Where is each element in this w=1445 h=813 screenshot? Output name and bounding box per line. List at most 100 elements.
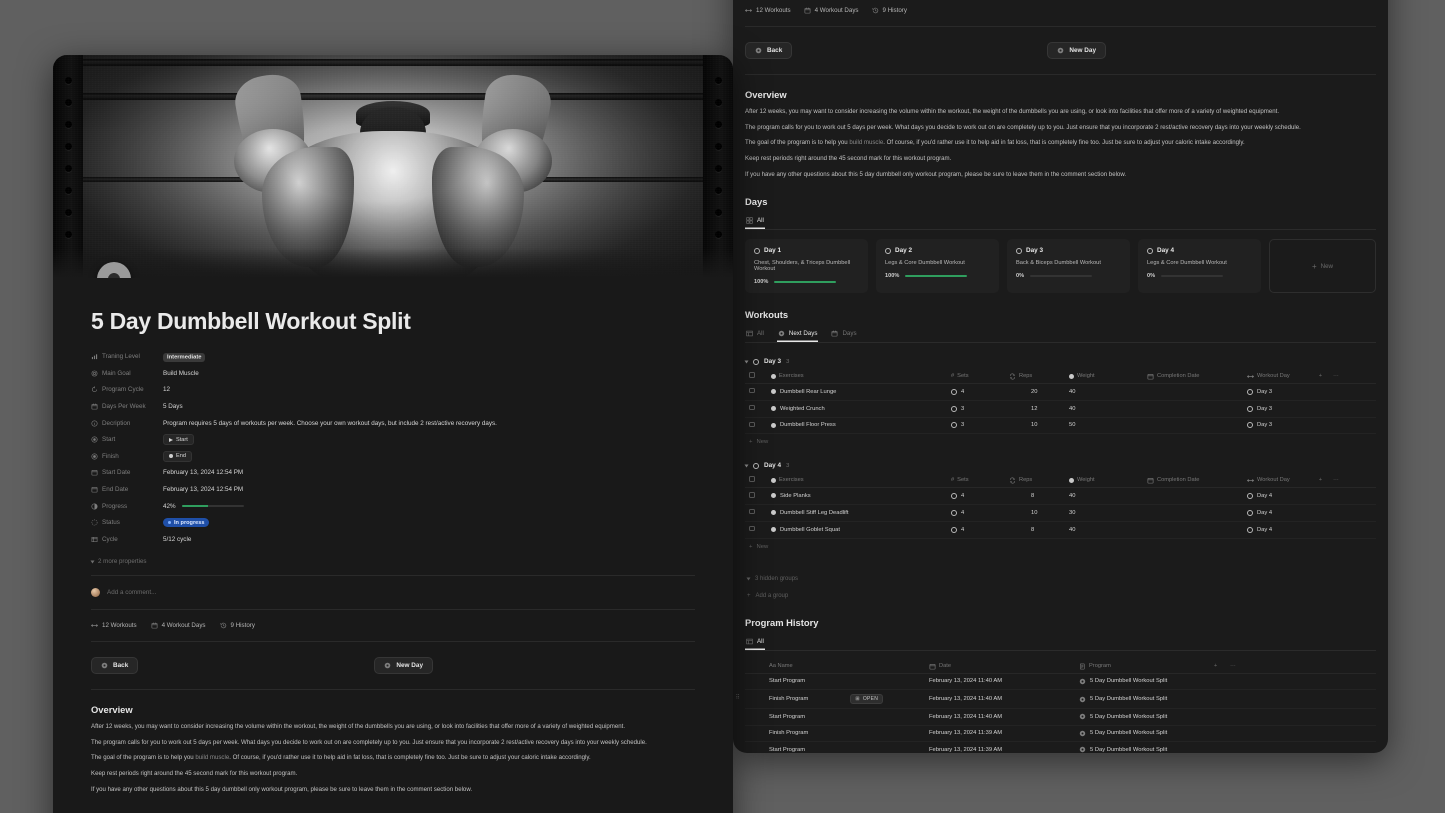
day-card[interactable]: Day 2 Legs & Core Dumbbell Workout 100% [876,239,999,294]
build-muscle-link[interactable]: build muscle [195,754,229,761]
new-workout-row-button-day3[interactable]: + New [745,434,1376,450]
col-completion-date[interactable]: Completion Date [1143,473,1243,488]
table-row[interactable]: +⠿ Finish Program ⊞OPEN February 13, 2024 1… [736,689,1376,710]
more-properties-toggle[interactable]: 2 more properties [90,555,695,568]
col-weight[interactable]: Weight [1065,369,1143,384]
back-button[interactable]: Back [745,42,793,59]
cell-name[interactable]: Start Program [745,708,925,726]
cell-weight[interactable]: 50 [1065,417,1143,435]
meta-workouts[interactable]: 12 Workouts [91,622,137,629]
cell-reps[interactable]: 8 [1005,487,1065,505]
meta-history[interactable]: 9 History [872,7,907,14]
property-start[interactable]: Start Start [91,432,695,448]
new-day-button[interactable]: New Day [374,657,433,675]
row-checkbox[interactable] [745,504,767,522]
table-row[interactable]: Finish Program February 13, 2024 11:39 AM… [745,725,1376,743]
cell-sets[interactable]: 4 [947,504,1005,522]
col-reps[interactable]: Reps [1005,369,1065,384]
row-checkbox[interactable] [745,521,767,539]
cell-reps[interactable]: 12 [1005,400,1065,418]
cell-exercise[interactable]: Dumbbell Stiff Leg Deadlift [767,504,947,522]
cell-reps[interactable]: 8 [1005,521,1065,539]
cell-workout-day[interactable]: Day 4 [1243,521,1376,539]
tab-days-all[interactable]: All [745,214,765,229]
row-checkbox[interactable] [745,383,767,401]
tab-workouts-all[interactable]: All [745,327,765,342]
property-main-goal[interactable]: Main Goal Build Muscle [91,366,695,382]
cell-reps[interactable]: 20 [1005,383,1065,401]
col-date[interactable]: Date [925,659,1075,674]
cycle-value[interactable]: 5/12 cycle [163,536,191,543]
training-level-tag[interactable]: Intermediate [163,352,206,362]
table-row[interactable]: Start Program February 13, 2024 11:40 AM 5… [745,673,1376,690]
col-workout-day[interactable]: Workout Day + ··· [1243,369,1376,384]
cell-date[interactable]: February 13, 2024 11:40 AM [925,689,1075,710]
col-sets[interactable]: # Sets [947,369,1005,384]
cell-reps[interactable]: 10 [1005,504,1065,522]
cell-date[interactable]: February 13, 2024 11:40 AM [925,708,1075,726]
property-finish[interactable]: Finish End [91,449,695,465]
cell-sets[interactable]: 3 [947,400,1005,418]
property-cycle[interactable]: Cycle 5/12 cycle [91,532,695,548]
cell-weight[interactable]: 40 [1065,383,1143,401]
open-badge[interactable]: ⊞ OPEN [850,694,884,705]
group-header-day3[interactable]: Day 3 3 [744,352,1376,369]
property-program-cycle[interactable]: Program Cycle 12 [91,382,695,398]
cell-date[interactable]: February 13, 2024 11:39 AM [925,741,1075,753]
program-cycle-value[interactable]: 12 [163,386,170,393]
col-select[interactable] [745,369,767,384]
row-checkbox[interactable] [745,417,767,435]
cell-exercise[interactable]: Side Planks [767,487,947,505]
cell-completion-date[interactable] [1143,487,1243,505]
property-end-date[interactable]: End Date February 13, 2024 12:54 PM [91,482,695,498]
cell-program[interactable]: 5 Day Dumbbell Workout Split [1075,708,1376,726]
page-title[interactable]: 5 Day Dumbbell Workout Split [91,308,695,335]
cell-completion-date[interactable] [1143,400,1243,418]
col-program[interactable]: Program + ··· [1075,659,1376,674]
start-date-value[interactable]: February 13, 2024 12:54 PM [163,469,243,476]
row-checkbox[interactable] [745,400,767,418]
back-button[interactable]: Back [91,657,139,675]
meta-history[interactable]: 9 History [220,622,255,629]
col-exercises[interactable]: Exercises [767,369,947,384]
start-button[interactable]: Start [163,434,194,446]
end-date-value[interactable]: February 13, 2024 12:54 PM [163,486,243,493]
cell-completion-date[interactable] [1143,383,1243,401]
col-weight[interactable]: Weight [1065,473,1143,488]
cell-completion-date[interactable] [1143,521,1243,539]
col-sets[interactable]: # Sets [947,473,1005,488]
table-row[interactable]: Dumbbell Floor Press 3 10 50 Day 3 [745,417,1376,435]
end-button[interactable]: End [163,450,192,462]
drag-handle-icon[interactable]: ⠿ [736,694,740,701]
property-training-level[interactable]: Traning Level Intermediate [91,349,695,365]
cell-name[interactable]: Start Program [745,673,925,690]
cell-workout-day[interactable]: Day 3 [1243,400,1376,418]
cell-sets[interactable]: 4 [947,383,1005,401]
cell-workout-day[interactable]: Day 4 [1243,504,1376,522]
cell-name[interactable]: Finish Program [745,725,925,743]
cell-sets[interactable]: 4 [947,521,1005,539]
cell-completion-date[interactable] [1143,417,1243,435]
days-per-week-value[interactable]: 5 Days [163,403,183,410]
col-completion-date[interactable]: Completion Date [1143,369,1243,384]
cell-workout-day[interactable]: Day 3 [1243,383,1376,401]
table-row[interactable]: Weighted Crunch 3 12 40 Day 3 [745,400,1376,418]
cell-program[interactable]: 5 Day Dumbbell Workout Split [1075,741,1376,753]
col-name[interactable]: Aa Name [745,659,925,674]
cell-sets[interactable]: 3 [947,417,1005,435]
col-exercises[interactable]: Exercises [767,473,947,488]
property-start-date[interactable]: Start Date February 13, 2024 12:54 PM [91,465,695,481]
col-select[interactable] [745,473,767,488]
col-workout-day[interactable]: Workout Day + ··· [1243,473,1376,488]
cell-weight[interactable]: 30 [1065,504,1143,522]
cell-exercise[interactable]: Weighted Crunch [767,400,947,418]
cell-exercise[interactable]: Dumbbell Goblet Squat [767,521,947,539]
row-drag-handle[interactable]: +⠿ [733,694,740,701]
col-reps[interactable]: Reps [1005,473,1065,488]
meta-workout-days[interactable]: 4 Workout Days [804,7,859,14]
add-group-button[interactable]: + Add a group [745,589,1376,603]
cell-program[interactable]: 5 Day Dumbbell Workout Split [1075,689,1376,710]
cell-completion-date[interactable] [1143,504,1243,522]
cell-reps[interactable]: 10 [1005,417,1065,435]
table-row[interactable]: Dumbbell Goblet Squat 4 8 40 Day 4 [745,521,1376,539]
